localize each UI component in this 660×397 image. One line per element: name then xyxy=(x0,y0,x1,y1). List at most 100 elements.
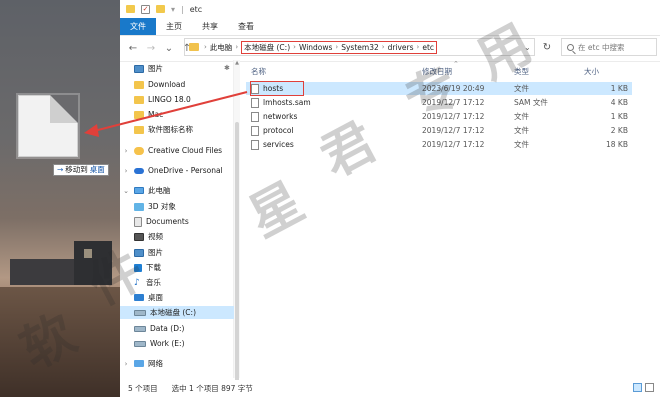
move-to-desktop-tooltip: → 移动到 桌面 xyxy=(53,164,109,176)
drive-icon xyxy=(134,325,146,332)
desktop-background: → 移动到 桌面 xyxy=(0,0,120,397)
nav-item[interactable]: 软件图标名称 xyxy=(134,123,193,136)
tab-file[interactable]: 文件 xyxy=(120,18,156,35)
nav-item-label: 网络 xyxy=(148,359,163,368)
properties-icon[interactable]: ✓ xyxy=(141,4,150,14)
documents-icon xyxy=(134,216,142,227)
breadcrumb-etc[interactable]: etc xyxy=(422,43,434,52)
file-size: 1 KB xyxy=(610,112,628,121)
nav-item[interactable]: 桌面 xyxy=(134,291,163,304)
chevron-right-icon[interactable]: › xyxy=(204,43,207,51)
search-box[interactable]: 在 etc 中搜索 xyxy=(561,38,657,56)
file-icon xyxy=(251,97,259,108)
nav-item[interactable]: › 网络 xyxy=(122,357,163,370)
chevron-right-icon[interactable]: › xyxy=(335,43,338,51)
highlight-box xyxy=(250,81,304,96)
scrollbar-thumb[interactable] xyxy=(235,122,239,382)
nav-item[interactable]: Download xyxy=(134,78,185,91)
tab-view[interactable]: 查看 xyxy=(228,18,264,35)
folder-icon xyxy=(189,43,199,51)
nav-item[interactable]: Data (D:) xyxy=(134,322,184,335)
nav-item[interactable]: ♪ 音乐 xyxy=(134,276,161,289)
drive-icon xyxy=(134,309,146,316)
nav-item[interactable]: 下载 xyxy=(134,261,161,274)
file-icon xyxy=(251,111,259,122)
column-date-modified[interactable]: 修改日期 xyxy=(422,64,452,78)
chevron-right-icon[interactable]: › xyxy=(122,147,130,155)
dragged-file-icon[interactable] xyxy=(18,95,78,157)
pictures-icon xyxy=(134,248,144,257)
quick-access-dropdown-icon[interactable]: ▾ xyxy=(171,5,175,14)
tab-home[interactable]: 主页 xyxy=(156,18,192,35)
back-icon[interactable]: ← xyxy=(126,43,140,54)
large-icons-view-icon[interactable] xyxy=(645,383,654,392)
file-row[interactable]: lmhosts.sam 2019/12/7 17:12 SAM 文件 4 KB xyxy=(246,96,632,109)
file-name-cell: lmhosts.sam xyxy=(251,96,311,109)
address-dropdown-icon[interactable]: ⌄ xyxy=(524,38,536,56)
folder-icon xyxy=(134,125,144,134)
column-name[interactable]: 名称 xyxy=(251,64,266,78)
navigation-scrollbar[interactable] xyxy=(234,60,240,382)
3d-objects-icon xyxy=(134,202,144,211)
file-date: 2019/12/7 17:12 xyxy=(422,126,485,135)
nav-item[interactable]: Documents xyxy=(134,215,189,228)
chevron-right-icon[interactable]: › xyxy=(235,43,238,51)
nav-item[interactable]: › OneDrive - Personal xyxy=(122,164,223,177)
breadcrumb-windows[interactable]: Windows xyxy=(299,43,332,52)
nav-item-label: Creative Cloud Files xyxy=(148,146,223,155)
this-pc-icon xyxy=(134,187,144,194)
new-folder-icon[interactable] xyxy=(156,5,165,13)
creative-cloud-icon xyxy=(134,146,144,155)
chevron-right-icon[interactable]: › xyxy=(122,360,130,368)
ribbon-tabs: 文件 主页 共享 查看 xyxy=(120,18,660,36)
forward-icon[interactable]: → xyxy=(144,43,158,54)
file-date: 2019/12/7 17:12 xyxy=(422,112,485,121)
breadcrumb-local-disk[interactable]: 本地磁盘 (C:) xyxy=(244,42,290,53)
breadcrumb-this-pc[interactable]: 此电脑 xyxy=(210,42,233,53)
nav-item[interactable]: Mac xyxy=(134,108,163,121)
details-view-icon[interactable] xyxy=(633,383,642,392)
chevron-right-icon[interactable]: › xyxy=(122,167,130,175)
file-name: services xyxy=(263,140,294,149)
desktop-scenery xyxy=(74,241,112,285)
nav-item-label: 此电脑 xyxy=(148,186,171,195)
file-date: 2019/12/7 17:12 xyxy=(422,140,485,149)
file-row[interactable]: protocol 2019/12/7 17:12 文件 2 KB xyxy=(246,124,632,137)
column-size[interactable]: 大小 xyxy=(584,64,599,78)
chevron-right-icon[interactable]: › xyxy=(293,43,296,51)
refresh-icon[interactable]: ↻ xyxy=(540,38,554,56)
nav-item-label: Download xyxy=(148,80,186,89)
nav-item[interactable]: 3D 对象 xyxy=(134,200,176,213)
nav-item[interactable]: ⌄ 此电脑 xyxy=(122,184,171,197)
search-placeholder: 在 etc 中搜索 xyxy=(578,42,625,52)
scroll-up-icon[interactable]: ▲ xyxy=(234,60,240,66)
nav-item-label: 音乐 xyxy=(146,278,161,287)
nav-item[interactable]: 图片 xyxy=(134,62,163,75)
nav-item[interactable]: Work (E:) xyxy=(134,337,185,350)
nav-item-label: 桌面 xyxy=(148,293,163,302)
chevron-down-icon[interactable]: ⌄ xyxy=(122,187,130,195)
file-date: 2023/6/19 20:49 xyxy=(422,84,485,93)
nav-item[interactable]: LINGO 18.0 xyxy=(134,93,191,106)
file-row[interactable]: services 2019/12/7 17:12 文件 18 KB xyxy=(246,138,632,151)
explorer-window: ✓ ▾ | etc 文件 主页 共享 查看 ← → ⌄ ↑ › 此电脑 › 本地… xyxy=(120,0,660,397)
breadcrumb-system32[interactable]: System32 xyxy=(341,43,379,52)
nav-item[interactable]: › Creative Cloud Files xyxy=(122,144,223,157)
chevron-right-icon[interactable]: › xyxy=(382,43,385,51)
pin-icon[interactable]: ✱ xyxy=(224,64,230,72)
nav-item[interactable]: 本地磁盘 (C:) xyxy=(120,306,234,319)
column-type[interactable]: 类型 xyxy=(514,64,529,78)
breadcrumb-drivers[interactable]: drivers xyxy=(388,43,414,52)
folder-icon xyxy=(134,110,144,119)
nav-item[interactable]: 视频 xyxy=(134,230,163,243)
tab-share[interactable]: 共享 xyxy=(192,18,228,35)
file-row[interactable]: hosts 2023/6/19 20:49 文件 1 KB xyxy=(246,81,632,96)
chevron-right-icon[interactable]: › xyxy=(417,43,420,51)
address-bar[interactable]: › 此电脑 › 本地磁盘 (C:) › Windows › System32 ›… xyxy=(184,38,535,56)
recent-locations-icon[interactable]: ⌄ xyxy=(162,43,176,54)
folder-icon xyxy=(126,5,135,13)
nav-item[interactable]: 图片 xyxy=(134,246,163,259)
videos-icon xyxy=(134,232,144,241)
file-row[interactable]: networks 2019/12/7 17:12 文件 1 KB xyxy=(246,110,632,123)
nav-item-label: Work (E:) xyxy=(150,339,185,348)
